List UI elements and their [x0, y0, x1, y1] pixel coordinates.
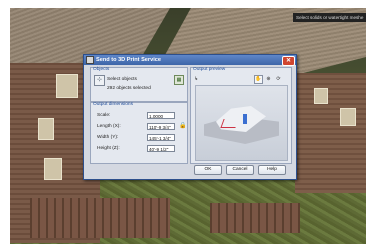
- scale-field[interactable]: 1.0000: [147, 112, 175, 119]
- height-field[interactable]: 40'-9 1/2": [147, 145, 175, 152]
- cursor-select-icon: ⊹: [96, 77, 103, 83]
- ok-button[interactable]: OK: [194, 165, 222, 175]
- window: [38, 118, 54, 140]
- zoom-icon[interactable]: ⊕: [264, 75, 273, 84]
- dimensions-group-label: Output dimensions: [93, 102, 133, 107]
- objects-group-label: Objects: [93, 67, 110, 72]
- wooden-deck: [210, 203, 300, 233]
- width-label: Width (Y):: [97, 135, 119, 140]
- brick-wall-right: [295, 73, 366, 193]
- help-button[interactable]: Help: [258, 165, 286, 175]
- cancel-button[interactable]: Cancel: [226, 165, 254, 175]
- preview-axis-z: [243, 114, 247, 124]
- preview-canvas[interactable]: [195, 85, 288, 161]
- select-objects-button[interactable]: ⊹: [94, 75, 105, 86]
- quick-select-button[interactable]: ▦: [174, 75, 184, 85]
- scale-label: Scale:: [97, 113, 111, 118]
- wooden-deck: [30, 198, 170, 238]
- quick-select-icon: ▦: [176, 77, 182, 83]
- orbit-icon[interactable]: ⟳: [274, 75, 283, 84]
- close-button[interactable]: ✕: [282, 56, 295, 66]
- output-preview-group: Output preview ↳ ✋ ⊕ ⟳: [190, 67, 292, 164]
- width-field[interactable]: 145'-1 3/4": [147, 134, 175, 141]
- window: [340, 108, 356, 126]
- close-icon: ✕: [285, 58, 292, 64]
- height-label: Height (Z):: [97, 146, 120, 151]
- objects-selected-count: 292 objects selected: [107, 86, 151, 91]
- dialog-titlebar[interactable]: Send to 3D Print Service ✕: [84, 55, 296, 66]
- preview-group-label: Output preview: [193, 67, 226, 72]
- length-label: Length (X):: [97, 124, 121, 129]
- window: [314, 88, 328, 104]
- lock-icon[interactable]: 🔒: [179, 122, 186, 130]
- axis-icon: ↳: [194, 76, 199, 82]
- select-objects-label: Select objects: [107, 77, 137, 82]
- window: [56, 74, 78, 98]
- command-prompt-hint: Select solids or watertight meshe: [293, 13, 366, 22]
- pan-hand-icon[interactable]: ✋: [254, 75, 263, 84]
- length-field[interactable]: 110'-9 3/4": [147, 123, 175, 130]
- app-icon: [86, 56, 94, 64]
- objects-group: Objects ⊹ Select objects 292 objects sel…: [90, 67, 188, 102]
- output-dimensions-group: Output dimensions Scale: 1.0000 Length (…: [90, 102, 188, 164]
- dialog-title: Send to 3D Print Service: [96, 57, 161, 63]
- send-to-3d-print-dialog: Send to 3D Print Service ✕ Objects ⊹ Sel…: [83, 54, 297, 180]
- window: [44, 158, 62, 180]
